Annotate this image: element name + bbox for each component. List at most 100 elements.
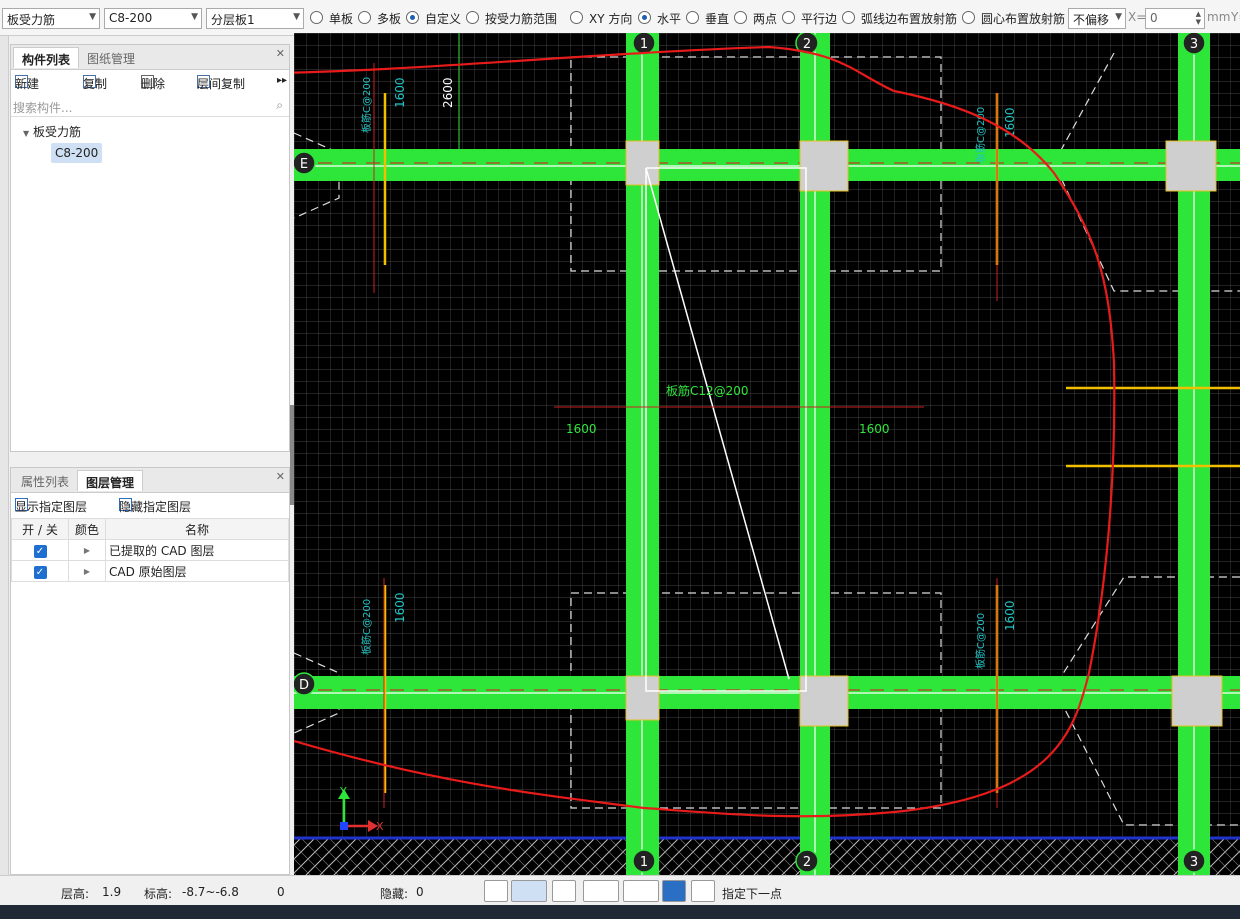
radio-custom[interactable]: [406, 11, 419, 24]
radio-two-point-label: 两点: [753, 12, 778, 26]
rebar-label-center: 板筋C12@200: [666, 383, 749, 398]
tab-drawing-management[interactable]: 图纸管理: [79, 47, 143, 68]
axis-label-2: 2: [803, 37, 811, 52]
axis-label-3-bottom: 3: [1190, 855, 1198, 870]
component-list-panel: 构件列表 图纸管理 ✕ 新建 ▾ 复制 删除 层间复制 ▸▸ 搜索构件... ⌕…: [10, 44, 290, 452]
unit-label: mm: [1207, 10, 1231, 24]
expand-icon[interactable]: ▶: [84, 567, 90, 576]
chevron-down-icon: ▼: [89, 12, 96, 22]
dynamic-input-button[interactable]: [662, 880, 686, 902]
caret-down-icon[interactable]: ▼: [23, 129, 29, 138]
radio-xy-label: XY 方向: [589, 12, 633, 26]
table-row[interactable]: ✓ ▶ CAD 原始图层: [11, 560, 289, 582]
radio-by-range[interactable]: [466, 11, 479, 24]
radio-horizontal-label: 水平: [657, 12, 682, 26]
rebar-label-top-left: 板筋C@200: [360, 77, 373, 133]
col-color: 颜色: [68, 518, 106, 540]
layer-select[interactable]: 分层板1 ▼: [206, 8, 304, 29]
dim-2600: 2600: [441, 77, 455, 108]
ucs-y-label: Y: [339, 785, 347, 798]
drawing-canvas[interactable]: 1 2 3 E D 1 2 3 2600 1600 1600 1600 1600…: [294, 33, 1240, 875]
layer-toggle-checkbox[interactable]: ✓: [33, 544, 47, 558]
radio-multi-label: 多板: [377, 12, 402, 26]
x-input[interactable]: 0 ▲ ▼: [1145, 8, 1205, 29]
column: [799, 675, 849, 727]
delete-button-label: 删除: [141, 77, 166, 91]
close-icon[interactable]: ✕: [276, 470, 285, 483]
x-label: X=: [1128, 10, 1147, 24]
radio-vertical-label: 垂直: [705, 12, 730, 26]
ortho-button[interactable]: [484, 880, 508, 902]
dimension-toggle-button[interactable]: [623, 880, 659, 902]
table-row[interactable]: ✓ ▶ 已提取的 CAD 图层: [11, 539, 289, 561]
intersection-button[interactable]: [552, 880, 576, 902]
spec-select-value: C8-200: [109, 11, 153, 25]
tab-component-list[interactable]: 构件列表: [13, 47, 80, 68]
radio-two-point[interactable]: [734, 11, 747, 24]
tree-root-label: 板受力筋: [32, 125, 81, 139]
arc-mode-button[interactable]: [691, 880, 715, 902]
column: [1165, 140, 1217, 192]
ground-hatch: [294, 838, 1240, 875]
layer-table-header: 开 / 关 颜色 名称: [11, 518, 289, 540]
offset-select[interactable]: 不偏移 ▼: [1068, 8, 1126, 29]
search-placeholder: 搜索构件...: [13, 101, 73, 115]
dim-1600-top-left: 1600: [393, 77, 407, 108]
radio-arc-radial-label: 弧线边布置放射筋: [861, 12, 958, 26]
left-dock-strip: [0, 36, 9, 875]
radio-arc-radial[interactable]: [842, 11, 855, 24]
category-select[interactable]: 板受力筋 ▼: [2, 8, 100, 29]
layer-toggle-checkbox[interactable]: ✓: [33, 565, 47, 579]
radio-center-radial[interactable]: [962, 11, 975, 24]
radio-multi-board[interactable]: [358, 11, 371, 24]
snap-button[interactable]: [511, 880, 547, 902]
show-layer-label: 显示指定图层: [15, 500, 88, 514]
floor-height-value: 1.9: [102, 885, 122, 899]
angle-button[interactable]: [583, 880, 619, 902]
component-search-input[interactable]: 搜索构件... ⌕: [11, 95, 289, 117]
radio-single-board[interactable]: [310, 11, 323, 24]
spec-select[interactable]: C8-200 ▼: [104, 8, 202, 29]
layer-table: 开 / 关 颜色 名称 ✓ ▶ 已提取的 CAD 图层 ✓ ▶ CAD 原始图层: [11, 518, 289, 582]
search-icon[interactable]: ⌕: [276, 98, 283, 113]
expand-icon[interactable]: ▶: [84, 546, 90, 555]
component-tabbar: 构件列表 图纸管理 ✕: [11, 45, 289, 70]
selected-count: 0: [277, 885, 285, 899]
dim-1600-mid-left: 1600: [566, 422, 597, 436]
axis-label-e: E: [300, 157, 308, 172]
dim-1600-bottom-left: 1600: [393, 592, 407, 623]
floor-copy-button-label: 层间复制: [197, 77, 246, 91]
layer-action-row: 显示指定图层 隐藏指定图层: [11, 493, 289, 519]
new-button-label: 新建: [15, 77, 40, 91]
axis-label-2-bottom: 2: [803, 855, 811, 870]
column: [1171, 675, 1223, 727]
y-label: Y=: [1231, 10, 1240, 24]
cad-drawing[interactable]: 1 2 3 E D 1 2 3 2600 1600 1600 1600 1600…: [294, 33, 1240, 875]
radio-vertical[interactable]: [686, 11, 699, 24]
layer-name: CAD 原始图层: [105, 560, 289, 582]
column: [799, 140, 849, 192]
hidden-value: 0: [416, 885, 424, 899]
tree-root-item[interactable]: ▼ 板受力筋: [23, 123, 81, 140]
more-icon[interactable]: ▸▸: [277, 75, 287, 86]
tab-properties[interactable]: 属性列表: [13, 470, 77, 491]
status-bar: 层高: 1.9 标高: -8.7~-6.8 0 隐藏: 0 指定下一点: [0, 875, 1240, 905]
radio-horizontal[interactable]: [638, 11, 651, 24]
axis-label-1: 1: [640, 37, 648, 52]
new-button[interactable]: 新建 ▾: [15, 75, 39, 91]
radio-xy[interactable]: [570, 11, 583, 24]
chevron-down-icon: ▼: [1115, 12, 1122, 22]
offset-select-value: 不偏移: [1073, 13, 1110, 27]
spinner-icon[interactable]: ▲ ▼: [1196, 10, 1201, 26]
column: [625, 675, 660, 721]
property-toolbar: 板受力筋 ▼ C8-200 ▼ 分层板1 ▼ 单板 多板 自定义 按受力筋范围 XY …: [0, 0, 1240, 36]
tab-layer-management[interactable]: 图层管理: [77, 470, 144, 491]
component-action-row: 新建 ▾ 复制 删除 层间复制 ▸▸: [11, 70, 289, 96]
close-icon[interactable]: ✕: [276, 47, 285, 60]
os-taskbar: [0, 905, 1240, 919]
rebar-label-bottom-left: 板筋C@200: [360, 599, 373, 655]
radio-parallel-edge[interactable]: [782, 11, 795, 24]
tree-leaf-item[interactable]: C8-200: [51, 143, 103, 163]
hide-layer-label: 隐藏指定图层: [119, 500, 192, 514]
layer-select-value: 分层板1: [211, 13, 255, 27]
